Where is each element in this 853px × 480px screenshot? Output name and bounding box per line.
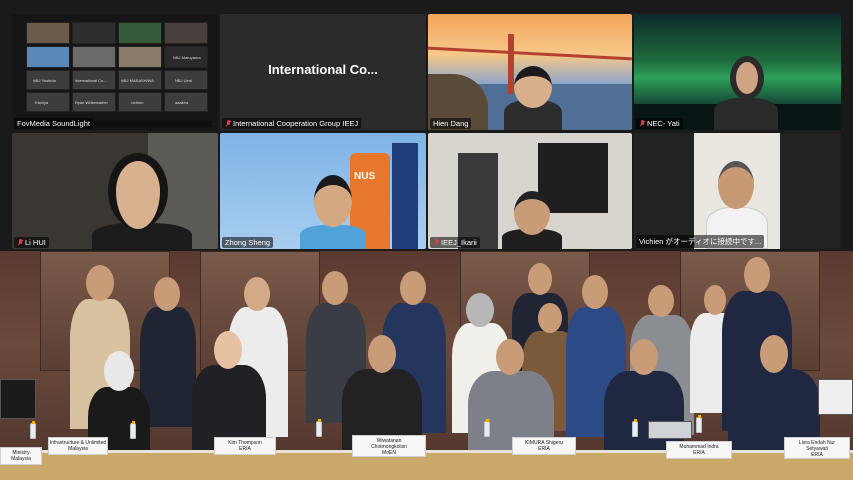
nameplate: Wiwatanan Chotmongkolsiri MoEN: [352, 435, 426, 457]
person-head: [730, 56, 764, 100]
mic-muted-icon: [639, 120, 645, 127]
mini-name: Kaoliya: [35, 100, 49, 105]
participant-tile-zhong-sheng[interactable]: NUS Zhong Sheng: [220, 133, 426, 249]
mini-name: NBJ MASASHIWA: [121, 78, 154, 83]
participant-tile-nec-yati[interactable]: NEC- Yati: [634, 14, 841, 130]
participant-name: Hien Dang: [430, 118, 472, 129]
nameplate: KIMURA Shigeru ERIA: [512, 437, 576, 455]
meeting-room-video[interactable]: Ministry Malaysia Infrastructure & Unlimi…: [0, 251, 853, 480]
water-bottle: [130, 421, 136, 439]
mini-thumb: Ryan Whiteleather: [72, 92, 116, 112]
mini-thumb: [26, 22, 70, 44]
nameplate: Muhammad Indra ERIA: [666, 441, 732, 459]
mini-name: vichien: [131, 100, 144, 105]
nus-logo-text: NUS: [354, 171, 376, 182]
participant-tile-ieej-ikarii[interactable]: IEEJ_Ikarii: [428, 133, 632, 249]
laptop: [648, 421, 692, 439]
water-bottle: [30, 421, 36, 439]
participant-tile-international-cooperation[interactable]: International Co... International Cooper…: [220, 14, 426, 130]
blue-building: [392, 143, 418, 249]
mini-thumb: [72, 22, 116, 44]
mini-thumb: NBJ Yoshida: [26, 70, 70, 90]
participant-name: NEC- Yati: [636, 118, 683, 129]
participant-tile-gallery[interactable]: NBJ Maruyama NBJ Yoshida International C…: [12, 14, 218, 130]
background-screen: [538, 143, 608, 213]
participant-tile-vichien[interactable]: Vichien がオーディオに接続中です...: [634, 133, 841, 249]
participant-name: International Cooperation Group IEEJ: [222, 118, 362, 129]
mini-thumb: International Co...: [72, 70, 116, 90]
mini-name: NBJ Yoshida: [33, 78, 56, 83]
background-panel: [458, 153, 498, 249]
participant-tile-li-hui[interactable]: Li HUI: [12, 133, 218, 249]
participant-display-name: International Co...: [268, 62, 378, 77]
mini-thumb: [26, 46, 70, 68]
nameplate: Lisra Endah Nur Setyawati ERIA: [784, 437, 850, 459]
participant-name: IEEJ_Ikarii: [430, 237, 480, 248]
bridge-deck: [428, 46, 632, 61]
mini-name: International Co...: [75, 78, 107, 83]
laptop: [818, 379, 853, 415]
water-bottle: [696, 415, 702, 433]
water-bottle: [484, 419, 490, 437]
person-body: [714, 98, 778, 130]
nameplate: Ministry Malaysia: [0, 447, 42, 465]
mini-name: aaakira: [175, 100, 189, 105]
participant-name: Vichien がオーディオに接続中です...: [636, 235, 765, 248]
mini-name: NBJ Ueol: [175, 78, 192, 83]
mini-thumb: aaakira: [164, 92, 208, 112]
mini-name: Ryan Whiteleather: [75, 100, 108, 105]
person-head: [314, 175, 352, 227]
nameplate: Kim Thompson ERIA: [214, 437, 276, 455]
mini-thumb: NBJ MASASHIWA: [118, 70, 162, 90]
participant-name: Zhong Sheng: [222, 237, 274, 248]
participant-tile-hien-dang[interactable]: Hien Dang: [428, 14, 632, 130]
person-head: [514, 191, 550, 235]
mini-thumb: [118, 22, 162, 44]
mini-thumb: [72, 46, 116, 68]
mini-thumb: NBJ Maruyama: [164, 46, 208, 68]
mini-name: NBJ Maruyama: [173, 55, 201, 60]
participant-name: Li HUI: [14, 237, 49, 248]
person-body: [300, 225, 366, 249]
mini-thumb: [118, 46, 162, 68]
mic-muted-icon: [225, 120, 231, 127]
water-bottle: [632, 419, 638, 437]
mic-muted-icon: [433, 239, 439, 246]
water-bottle: [316, 419, 322, 437]
person-head: [718, 161, 754, 209]
mini-thumb: Kaoliya: [26, 92, 70, 112]
audio-mixer: [0, 379, 36, 419]
person-head: [514, 66, 552, 108]
mini-thumb: vichien: [118, 92, 162, 112]
participant-name: FovMedia SoundLight: [14, 118, 93, 129]
nameplate: Infrastructure & Unlimited Malaysia: [48, 437, 108, 455]
mini-thumb: NBJ Ueol: [164, 70, 208, 90]
mini-thumb: [164, 22, 208, 44]
person-head: [108, 153, 168, 229]
mic-muted-icon: [17, 239, 23, 246]
video-frame: [694, 133, 780, 249]
